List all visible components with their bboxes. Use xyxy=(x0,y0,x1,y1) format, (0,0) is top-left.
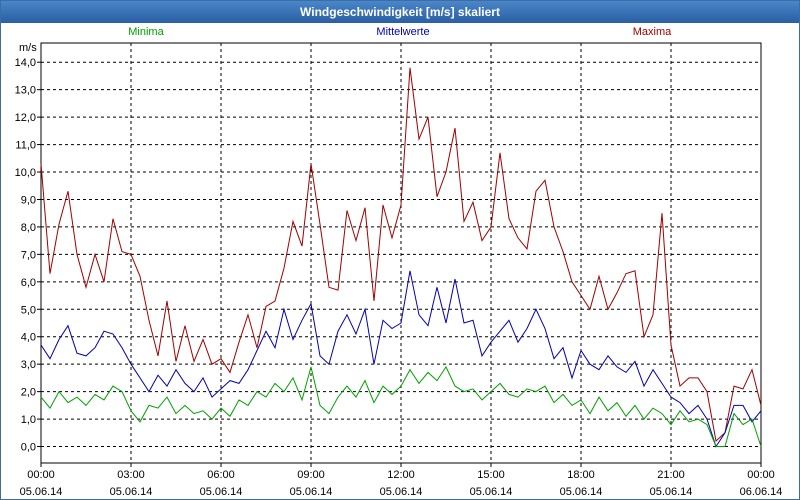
y-tick-label: 6,0 xyxy=(21,277,36,289)
y-tick-label: 4,0 xyxy=(21,332,36,344)
y-tick-label: 5,0 xyxy=(21,304,36,316)
x-tick-date: 05.06.14 xyxy=(380,486,423,498)
y-tick-label: 2,0 xyxy=(21,387,36,399)
x-tick-time: 09:00 xyxy=(297,469,325,481)
y-tick-label: 10,0 xyxy=(15,167,36,179)
y-tick-label: 8,0 xyxy=(21,222,36,234)
chart-window: Windgeschwindigkeit [m/s] skaliert Minim… xyxy=(0,0,800,500)
x-tick-time: 06:00 xyxy=(207,469,235,481)
y-tick-label: 14,0 xyxy=(15,57,36,69)
legend-mittelwerte: Mittelwerte xyxy=(376,26,429,38)
x-tick-time: 00:00 xyxy=(27,469,55,481)
x-tick-date: 05.06.14 xyxy=(110,486,153,498)
x-tick-time: 15:00 xyxy=(477,469,505,481)
x-tick-time: 21:00 xyxy=(657,469,685,481)
x-tick-time: 18:00 xyxy=(567,469,595,481)
x-tick-time: 03:00 xyxy=(117,469,145,481)
chart-canvas: Minima Mittelwerte Maxima m/s 0,0 1,0 2,0 3… xyxy=(15,26,783,498)
x-tick-date: 06.06.14 xyxy=(740,486,783,498)
x-tick-date: 05.06.14 xyxy=(290,486,333,498)
x-tick-date: 05.06.14 xyxy=(20,486,63,498)
y-tick-label: 1,0 xyxy=(21,414,36,426)
x-tick-time: 00:00 xyxy=(747,469,775,481)
x-tick-date: 05.06.14 xyxy=(650,486,693,498)
legend-minima: Minima xyxy=(128,26,164,38)
legend-maxima: Maxima xyxy=(633,26,672,38)
x-tick-date: 05.06.14 xyxy=(560,486,603,498)
x-tick-date: 05.06.14 xyxy=(200,486,243,498)
x-tick-date: 05.06.14 xyxy=(470,486,513,498)
y-tick-label: 13,0 xyxy=(15,85,36,97)
y-axis-unit: m/s xyxy=(19,42,37,54)
y-tick-label: 3,0 xyxy=(21,359,36,371)
x-tick-time: 12:00 xyxy=(387,469,415,481)
y-tick-label: 0,0 xyxy=(21,442,36,454)
y-tick-label: 12,0 xyxy=(15,112,36,124)
y-tick-label: 9,0 xyxy=(21,194,36,206)
y-tick-label: 11,0 xyxy=(15,140,36,152)
y-tick-label: 7,0 xyxy=(21,249,36,261)
